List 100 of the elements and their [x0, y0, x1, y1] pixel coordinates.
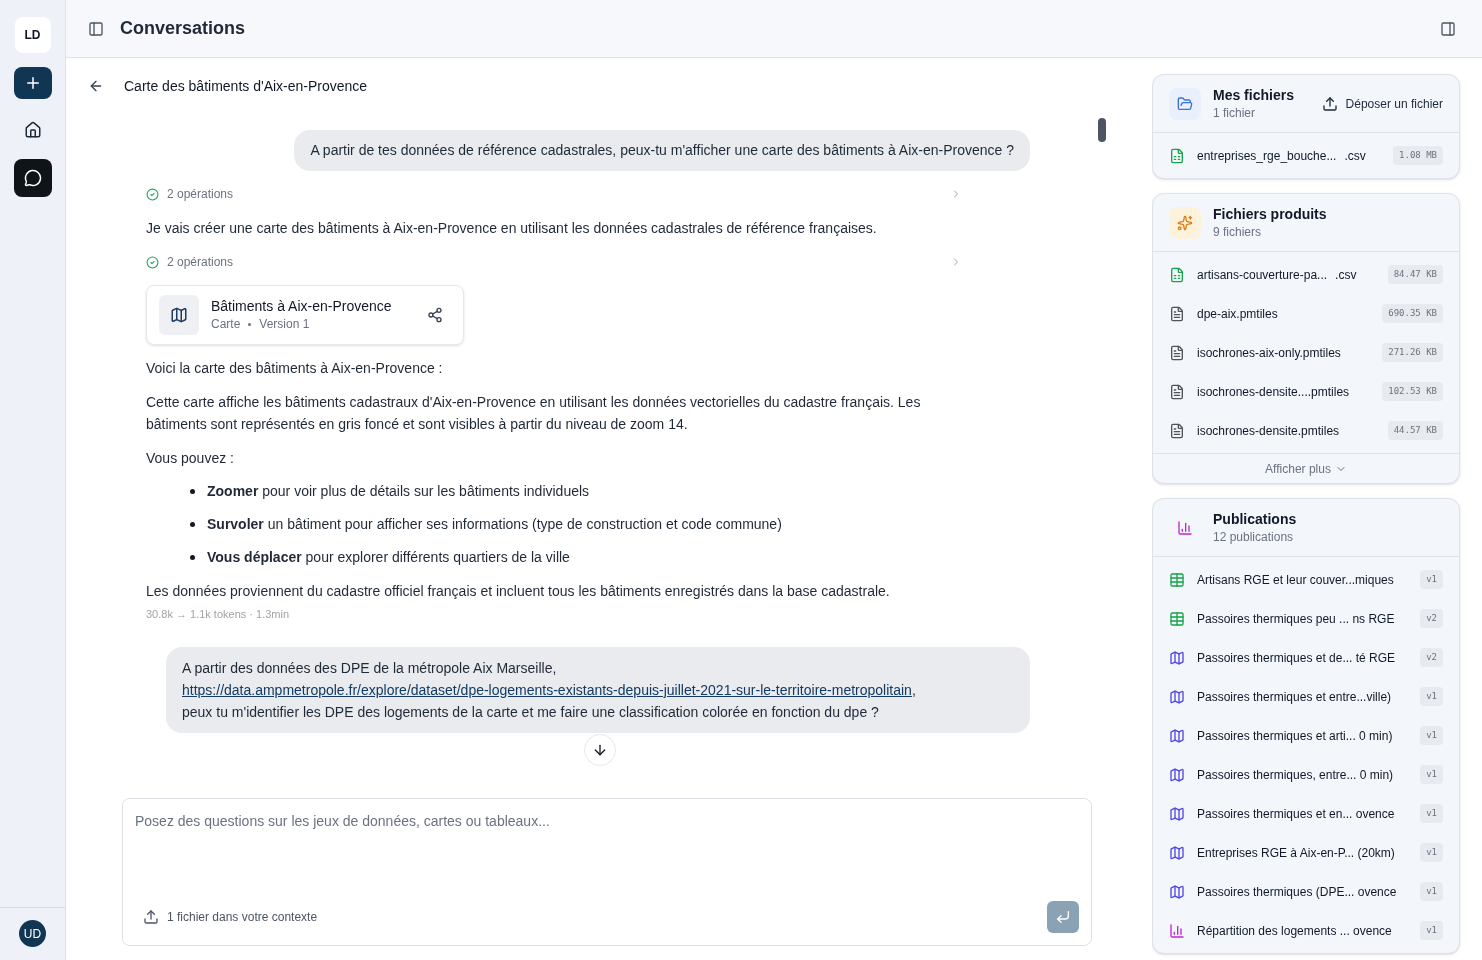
map-icon [1169, 883, 1185, 900]
file-name: Passoires thermiques peu ... ns RGE [1197, 610, 1396, 628]
check-circle-icon [146, 187, 159, 201]
file-name: entreprises_rge_bouche... .csv [1197, 147, 1367, 165]
size-tag: 690.35 KB [1382, 303, 1443, 324]
size-tag: v2 [1420, 608, 1443, 629]
size-tag: 1.08 MB [1393, 145, 1443, 166]
file-name: Passoires thermiques, entre... 0 min) [1197, 766, 1395, 784]
size-tag: v2 [1420, 647, 1443, 668]
list-item: Survoler un bâtiment pour afficher ses informations (type de construction et code commune) [207, 515, 782, 534]
size-tag: v1 [1420, 764, 1443, 785]
size-tag: v1 [1420, 842, 1443, 863]
artifact-title: Bâtiments à Aix-en-Provence [211, 297, 393, 315]
scrollbar-thumb[interactable] [1098, 118, 1106, 142]
file-row[interactable]: entreprises_rge_bouche... .csv 1.08 MB [1153, 136, 1459, 175]
message-line: peux tu m'identifier les DPE des logements de la carte et me faire une classification colorée en fonction du dpe ? [182, 702, 880, 722]
check-circle-icon [146, 255, 159, 269]
file-name: Passoires thermiques et entre...ville) [1197, 688, 1393, 706]
dot-separator-icon [248, 322, 252, 326]
file-name: Répartition des logements ... ovence [1197, 922, 1393, 940]
file-row[interactable]: isochrones-densite....pmtiles 102.53 KB [1153, 372, 1459, 411]
context-label[interactable]: 1 fichier dans votre contexte [167, 908, 1047, 926]
file-icon [1169, 344, 1185, 361]
artifact-version: Version 1 [259, 316, 310, 333]
home-icon [23, 121, 42, 139]
message-line: A partir des données des DPE de la métropole Aix Marseille, [182, 658, 558, 678]
upload-file-button[interactable]: Déposer un fichier [1321, 94, 1443, 113]
list-item: Vous déplacer pour explorer différents quartiers de la ville [207, 548, 570, 567]
upload-icon[interactable] [143, 909, 159, 925]
response-paragraph: Je vais créer une carte des bâtiments à Aix-en-Provence en utilisant les données cadastrales de référence françaises. [145, 219, 878, 238]
map-icon [1169, 766, 1185, 783]
file-row[interactable]: Entreprises RGE à Aix-en-P... (20km) v1 [1153, 833, 1459, 872]
bar-chart-icon [1169, 922, 1185, 939]
upload-icon [1321, 95, 1338, 112]
file-icon [1169, 383, 1185, 400]
file-row[interactable]: Passoires thermiques et de... té RGE v2 [1153, 638, 1459, 677]
file-name: Passoires thermiques et en... ovence [1197, 805, 1396, 823]
response-paragraph: Vous pouvez : [145, 449, 235, 468]
file-name: Passoires thermiques et arti... 0 min) [1197, 727, 1394, 745]
operations-label[interactable]: 2 opérations [167, 253, 942, 271]
spreadsheet-file-icon [1169, 147, 1185, 164]
panel-subtitle: 1 fichier [1213, 104, 1257, 122]
file-icon [1169, 422, 1185, 439]
send-button[interactable] [1047, 901, 1079, 933]
token-stats: 30.8k → 1.1k tokens · 1.3min [145, 607, 291, 622]
panel-title: Mes fichiers [1213, 85, 1295, 104]
file-row[interactable]: Artisans RGE et leur couver...miques v1 [1153, 560, 1459, 599]
size-tag: v1 [1420, 920, 1443, 941]
file-row[interactable]: Répartition des logements ... ovence v1 [1153, 911, 1459, 950]
size-tag: v1 [1420, 803, 1443, 824]
scroll-down-button[interactable] [584, 734, 616, 766]
nav-button[interactable] [13, 159, 52, 197]
panel-subtitle: 9 fichiers [1213, 223, 1263, 241]
show-more-button[interactable]: Afficher plus [1265, 459, 1347, 478]
response-paragraph: Voici la carte des bâtiments à Aix-en-Provence : [145, 359, 444, 378]
map-artifact-card[interactable]: Bâtiments à Aix-en-Provence Carte Version 1 [146, 285, 464, 345]
bullet-icon [190, 489, 195, 494]
size-tag: v1 [1420, 686, 1443, 707]
file-name: Artisans RGE et leur couver...miques [1197, 571, 1395, 589]
file-row[interactable]: isochrones-densite.pmtiles 44.57 KB [1153, 411, 1459, 450]
file-row[interactable]: Passoires thermiques, entre... 0 min) v1 [1153, 755, 1459, 794]
folder-icon [1177, 95, 1193, 112]
file-row[interactable]: Passoires thermiques (DPE... ovence v1 [1153, 872, 1459, 911]
file-name: isochrones-densite....pmtiles [1197, 383, 1351, 401]
artifact-type: Carte [211, 316, 241, 333]
sparkles-icon [1177, 214, 1193, 231]
list-item: Zoomer pour voir plus de détails sur les bâtiments individuels [207, 482, 590, 501]
spreadsheet-file-icon [1169, 266, 1185, 283]
workspace-badge[interactable]: LD [14, 17, 51, 53]
map-icon [1169, 649, 1185, 666]
size-tag: 44.57 KB [1387, 420, 1443, 441]
size-tag: 84.47 KB [1387, 264, 1443, 285]
panel-toggle-icon[interactable] [1440, 20, 1456, 37]
response-paragraph: Les données proviennent du cadastre officiel français et incluent tous les bâtiments enregistrés dans la base cadastrale. [145, 582, 891, 601]
file-row[interactable]: isochrones-aix-only.pmtiles 271.26 KB [1153, 333, 1459, 372]
file-row[interactable]: Passoires thermiques peu ... ns RGE v2 [1153, 599, 1459, 638]
sidebar-toggle-icon[interactable] [88, 20, 104, 37]
file-row[interactable]: Passoires thermiques et en... ovence v1 [1153, 794, 1459, 833]
file-row[interactable]: artisans-couverture-pa... .csv 84.47 KB [1153, 255, 1459, 294]
panel-title: Fichiers produits [1213, 204, 1328, 223]
message-field[interactable]: Posez des questions sur les jeux de données, cartes ou tableaux... 1 fichier dans votre contexte [122, 798, 1092, 946]
operations-label[interactable]: 2 opérations [167, 185, 942, 203]
chat-icon [23, 169, 42, 187]
panel-subtitle: 12 publications [1213, 528, 1295, 546]
map-icon [1169, 688, 1185, 705]
file-icon [1169, 305, 1185, 322]
file-name: Passoires thermiques et de... té RGE [1197, 649, 1397, 667]
size-tag: 271.26 KB [1382, 342, 1443, 363]
file-row[interactable]: Passoires thermiques et arti... 0 min) v1 [1153, 716, 1459, 755]
size-tag: v1 [1420, 569, 1443, 590]
file-row[interactable]: Passoires thermiques et entre...ville) v1 [1153, 677, 1459, 716]
map-icon [170, 306, 188, 324]
new-conversation-button[interactable] [13, 67, 52, 99]
file-row[interactable]: dpe-aix.pmtiles 690.35 KB [1153, 294, 1459, 333]
map-icon [1169, 805, 1185, 822]
user-avatar[interactable]: UD [19, 920, 46, 947]
dataset-link[interactable]: https://data.ampmetropole.fr/explore/dataset/dpe-logements-existants-depuis-juillet-2021-sur-le-territoire-metropolitain [182, 678, 912, 701]
share-icon[interactable] [427, 307, 443, 323]
map-icon [1169, 727, 1185, 744]
size-tag: v1 [1420, 725, 1443, 746]
